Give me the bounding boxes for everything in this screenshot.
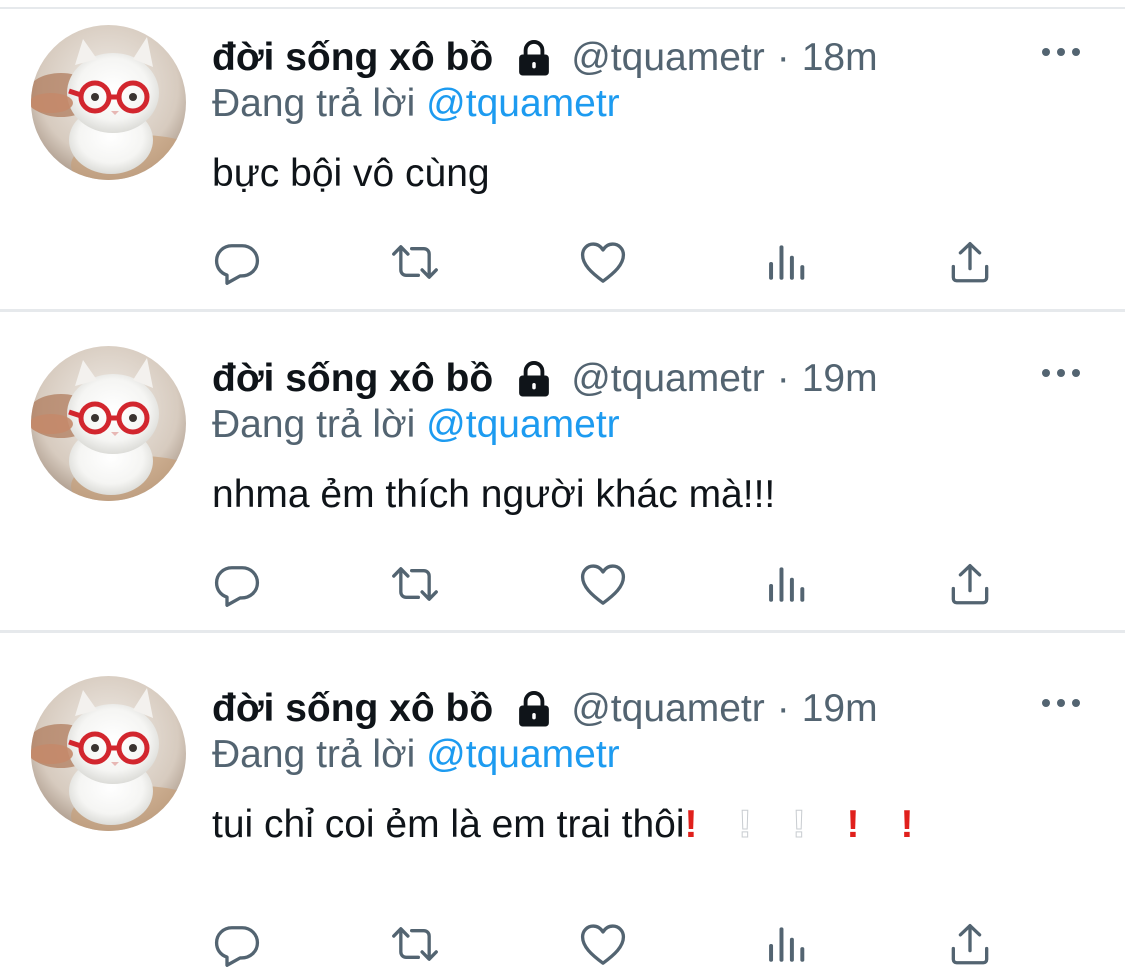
avatar[interactable]	[31, 25, 186, 180]
heart-icon[interactable]	[578, 237, 628, 287]
display-name[interactable]: đời sống xô bồ	[212, 357, 493, 401]
reply-prefix: Đang trả lời	[212, 403, 416, 446]
avatar[interactable]	[31, 676, 186, 831]
views-chart-icon[interactable]	[762, 919, 812, 969]
lock-icon	[513, 358, 555, 400]
more-options-icon[interactable]	[1039, 359, 1083, 387]
retweet-icon[interactable]	[390, 237, 440, 287]
reply-mention-link[interactable]: @tquametr	[426, 403, 620, 446]
display-name[interactable]: đời sống xô bồ	[212, 36, 493, 80]
tweet-text-content: nhma ẻm thích người khác mà!!!	[212, 473, 776, 516]
more-options-icon[interactable]	[1039, 38, 1083, 66]
retweet-icon[interactable]	[390, 919, 440, 969]
reply-mention-link[interactable]: @tquametr	[426, 82, 620, 125]
reply-context: Đang trả lời @tquametr	[212, 733, 620, 777]
more-options-icon[interactable]	[1039, 689, 1083, 717]
tweet-header: đời sống xô bồ @tquametr · 19m	[212, 681, 878, 737]
exclamation-emoji: !	[900, 803, 914, 846]
share-icon[interactable]	[945, 237, 995, 287]
handle[interactable]: @tquametr	[571, 687, 765, 731]
heart-icon[interactable]	[578, 559, 628, 609]
lock-icon	[513, 688, 555, 730]
timestamp[interactable]: 18m	[802, 36, 878, 80]
heart-icon[interactable]	[578, 919, 628, 969]
reply-icon[interactable]	[212, 919, 262, 969]
avatar[interactable]	[31, 346, 186, 501]
share-icon[interactable]	[945, 559, 995, 609]
reply-mention-link[interactable]: @tquametr	[426, 733, 620, 776]
tweet-text-content: bực bội vô cùng	[212, 152, 490, 195]
separator-dot: ·	[776, 357, 790, 400]
lock-icon	[513, 37, 555, 79]
reply-prefix: Đang trả lời	[212, 733, 416, 776]
tweet-text-content: tui chỉ coi ẻm là em trai thôi	[212, 803, 685, 846]
tweet-text: nhma ẻm thích người khác mà!!!	[212, 473, 775, 517]
tweet-actions	[212, 919, 1002, 969]
tweet-text: tui chỉ coi ẻm là em trai thôi ! ! ! ! !	[212, 803, 955, 847]
tweet-header: đời sống xô bồ @tquametr · 19m	[212, 351, 878, 407]
tweet[interactable]: đời sống xô bồ @tquametr · 19m Đang trả …	[0, 651, 1125, 967]
exclamation-emoji: !	[846, 803, 860, 846]
reply-icon[interactable]	[212, 237, 262, 287]
exclamation-emoji: !	[792, 803, 806, 847]
separator-dot: ·	[776, 36, 790, 79]
display-name[interactable]: đời sống xô bồ	[212, 687, 493, 731]
tweet-actions	[212, 237, 1002, 287]
reply-context: Đang trả lời @tquametr	[212, 403, 620, 447]
exclamation-emoji: !	[738, 803, 752, 847]
tweet[interactable]: đời sống xô bồ @tquametr · 18m Đang trả …	[0, 0, 1125, 312]
reply-context: Đang trả lời @tquametr	[212, 82, 620, 126]
handle[interactable]: @tquametr	[571, 36, 765, 80]
timestamp[interactable]: 19m	[802, 357, 878, 401]
tweet-actions	[212, 559, 1002, 609]
handle[interactable]: @tquametr	[571, 357, 765, 401]
views-chart-icon[interactable]	[762, 559, 812, 609]
reply-icon[interactable]	[212, 559, 262, 609]
reply-prefix: Đang trả lời	[212, 82, 416, 125]
tweet-text: bực bội vô cùng	[212, 152, 490, 196]
timestamp[interactable]: 19m	[802, 687, 878, 731]
views-chart-icon[interactable]	[762, 237, 812, 287]
exclamation-emoji: !	[684, 803, 698, 846]
share-icon[interactable]	[945, 919, 995, 969]
separator-dot: ·	[776, 687, 790, 730]
retweet-icon[interactable]	[390, 559, 440, 609]
tweet-header: đời sống xô bồ @tquametr · 18m	[212, 30, 878, 86]
tweet[interactable]: đời sống xô bồ @tquametr · 19m Đang trả …	[0, 321, 1125, 633]
